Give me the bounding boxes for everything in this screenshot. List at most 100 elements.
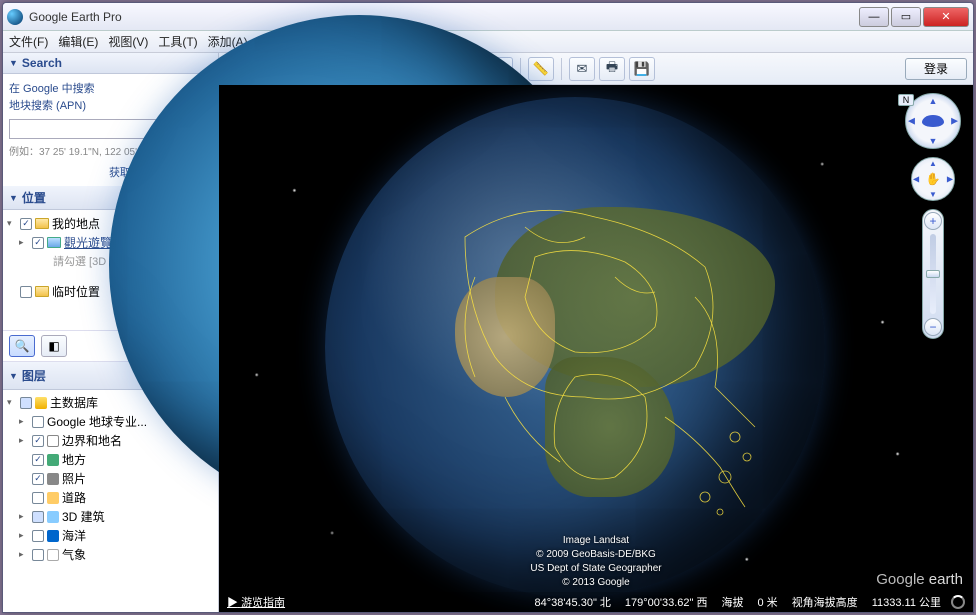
expand-icon[interactable]: ▸ — [19, 416, 29, 427]
expand-icon[interactable]: ▸ — [19, 435, 29, 446]
loading-spinner-icon — [951, 595, 965, 609]
ruler-button[interactable]: 📏 — [528, 57, 554, 81]
north-indicator[interactable]: N — [898, 94, 914, 106]
expand-icon[interactable]: ▸ — [19, 530, 29, 541]
layer-label: 道路 — [62, 489, 86, 506]
look-control[interactable]: N ▲ ▼ ◀ ▶ — [905, 93, 961, 149]
layer-icon — [35, 397, 47, 409]
checkbox-sightseeing[interactable] — [32, 237, 44, 249]
layer-label: 海洋 — [62, 527, 86, 544]
layer-icon — [47, 454, 59, 466]
expand-icon[interactable]: ▸ — [19, 237, 29, 248]
status-longitude: 179°00'33.62" 西 — [625, 594, 708, 610]
globe-viewer[interactable]: N ▲ ▼ ◀ ▶ ▲ ▼ ◀ ▶ + — [219, 85, 973, 612]
look-up-icon[interactable]: ▲ — [929, 96, 938, 106]
layers-header-label: 图层 — [22, 367, 141, 384]
status-latitude: 84°38'45.30" 北 — [534, 594, 610, 610]
layer-item[interactable]: ▸ 海洋 — [19, 526, 214, 545]
status-elev: 0 米 — [758, 594, 778, 610]
play-icon: ▶ — [227, 597, 238, 609]
folder-icon — [47, 237, 61, 248]
zoom-slider-track[interactable] — [930, 234, 936, 314]
layer-label: 照片 — [62, 470, 86, 487]
expand-icon[interactable]: ▸ — [19, 511, 29, 522]
country-borders — [325, 97, 825, 597]
zoom-slider-thumb[interactable] — [926, 270, 940, 278]
search-header-label: Search — [22, 56, 62, 70]
minimize-button[interactable]: — — [859, 7, 889, 27]
menubar: 文件(F) 编辑(E) 视图(V) 工具(T) 添加(A) 帮助(H) — [3, 31, 973, 53]
save-image-button[interactable]: 💾 — [629, 57, 655, 81]
layer-checkbox[interactable] — [32, 473, 44, 485]
layer-icon — [47, 435, 59, 447]
look-left-icon[interactable]: ◀ — [908, 116, 915, 127]
app-icon — [7, 9, 23, 25]
close-button[interactable]: ✕ — [923, 7, 969, 27]
menu-file[interactable]: 文件(F) — [9, 33, 48, 50]
look-down-icon[interactable]: ▼ — [929, 136, 938, 146]
layer-label: 主数据库 — [50, 394, 98, 411]
places-panel-toggle[interactable]: ◧ — [41, 335, 67, 357]
titlebar: Google Earth Pro — ▭ ✕ — [3, 3, 973, 31]
login-button[interactable]: 登录 — [905, 58, 967, 80]
layer-label: 地方 — [62, 451, 86, 468]
layers-list: ▾ 主数据库 ▸ Google 地球专业... ▸ 边界和地名地方照片道路 ▸ 3D 建筑 ▸ 海… — [3, 390, 218, 612]
layer-item[interactable]: ▸ 3D 建筑 — [19, 507, 214, 526]
maximize-button[interactable]: ▭ — [891, 7, 921, 27]
layer-label: 气象 — [62, 546, 86, 563]
search-panel-header[interactable]: Search — [3, 53, 218, 74]
status-eye: 11333.11 公里 — [872, 594, 941, 610]
status-eye-label: 视角海拔高度 — [792, 594, 858, 610]
layer-checkbox[interactable] — [32, 416, 44, 428]
checkbox-my-places[interactable] — [20, 218, 32, 230]
globe[interactable] — [325, 97, 825, 597]
zoom-control: + − — [922, 209, 944, 339]
status-elev-label: 海拔 — [722, 594, 744, 610]
layer-checkbox[interactable] — [32, 435, 44, 447]
places-search-button[interactable]: 🔍 — [9, 335, 35, 357]
layer-label: Google 地球专业... — [47, 413, 147, 430]
layer-label: 3D 建筑 — [62, 508, 105, 525]
folder-icon — [35, 286, 49, 297]
layer-item[interactable]: 道路 — [19, 488, 214, 507]
layer-icon — [47, 530, 59, 542]
layer-item[interactable]: 地方 — [19, 450, 214, 469]
sidebar: Search 在 Google 中搜索 地块搜索 (APN) 搜索 例如：37 … — [3, 53, 219, 612]
layer-icon — [47, 473, 59, 485]
tour-guide-link[interactable]: ▶ 游览指南 — [227, 594, 285, 610]
temp-places-label[interactable]: 临时位置 — [52, 283, 100, 300]
expand-icon[interactable]: ▾ — [7, 218, 17, 229]
layer-checkbox[interactable] — [32, 511, 44, 523]
zoom-out-button[interactable]: − — [924, 318, 942, 336]
layer-checkbox[interactable] — [32, 549, 44, 561]
email-button[interactable]: ✉ — [569, 57, 595, 81]
my-places-label[interactable]: 我的地点 — [52, 215, 100, 232]
layer-icon — [47, 511, 59, 523]
layer-checkbox[interactable] — [32, 492, 44, 504]
navigation-controls: N ▲ ▼ ◀ ▶ ▲ ▼ ◀ ▶ + — [903, 93, 963, 339]
checkbox-temp[interactable] — [20, 286, 32, 298]
layer-checkbox[interactable] — [32, 454, 44, 466]
places-header-label: 位置 — [22, 189, 46, 206]
look-right-icon[interactable]: ▶ — [951, 116, 958, 127]
layer-checkbox[interactable] — [20, 397, 32, 409]
menu-tools[interactable]: 工具(T) — [158, 33, 197, 50]
expand-icon[interactable]: ▾ — [7, 397, 17, 408]
print-button[interactable]: 🖶 — [599, 57, 625, 81]
zoom-in-button[interactable]: + — [924, 212, 942, 230]
layer-icon — [47, 492, 59, 504]
layer-item[interactable]: ▸ Google 地球专业... — [19, 412, 214, 431]
layer-checkbox[interactable] — [32, 530, 44, 542]
layer-item[interactable]: ▸ 气象 — [19, 545, 214, 564]
menu-edit[interactable]: 编辑(E) — [58, 33, 98, 50]
layer-icon — [47, 549, 59, 561]
menu-view[interactable]: 视图(V) — [108, 33, 148, 50]
expand-icon[interactable]: ▸ — [19, 549, 29, 560]
pan-control[interactable]: ▲ ▼ ◀ ▶ — [911, 157, 955, 201]
layer-label: 边界和地名 — [62, 432, 122, 449]
statusbar: ▶ 游览指南 84°38'45.30" 北 179°00'33.62" 西 海拔… — [219, 592, 973, 612]
folder-icon — [35, 218, 49, 229]
window-title: Google Earth Pro — [29, 10, 859, 24]
sightseeing-link[interactable]: 觀光遊覽 — [64, 234, 112, 251]
layer-item[interactable]: 照片 — [19, 469, 214, 488]
